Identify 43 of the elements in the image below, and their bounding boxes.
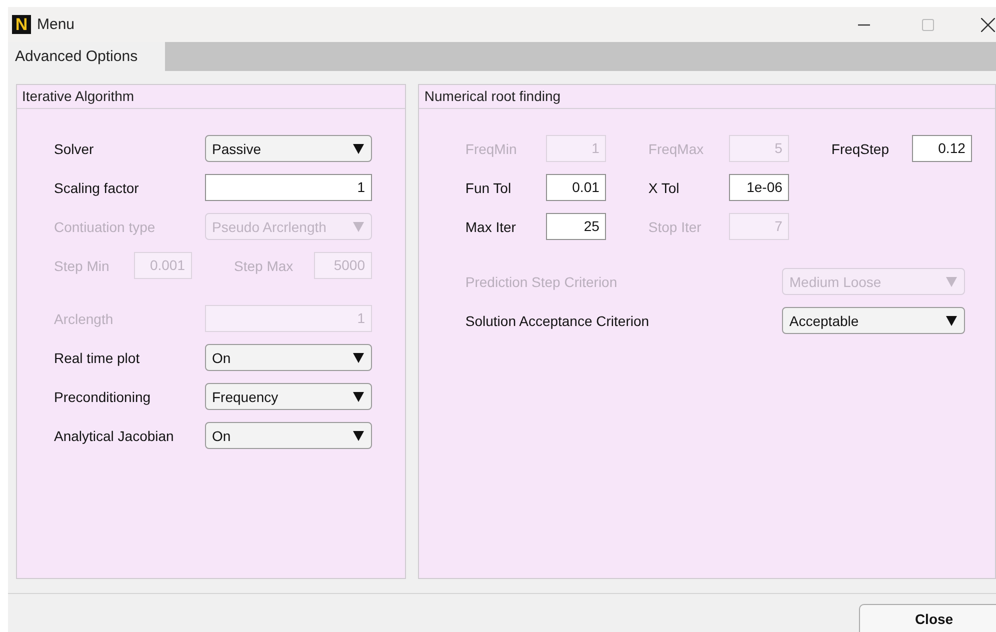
input-field[interactable]: 1e-06 bbox=[729, 174, 790, 201]
field-label: Contiuation type bbox=[54, 218, 156, 234]
dropdown[interactable]: On bbox=[205, 422, 372, 449]
caret-icon bbox=[353, 352, 364, 362]
caret-icon bbox=[353, 430, 364, 440]
input-field[interactable]: 0.01 bbox=[546, 174, 606, 201]
field-label: Arclength bbox=[54, 310, 114, 326]
dropdown[interactable]: Acceptable bbox=[782, 307, 966, 334]
field-label: Real time plot bbox=[54, 350, 140, 366]
panel-header: Iterative Algorithm bbox=[17, 85, 406, 109]
field-label: Fun Tol bbox=[465, 180, 512, 196]
field-label: Prediction Step Criterion bbox=[465, 274, 618, 290]
input-field[interactable]: 25 bbox=[546, 213, 606, 240]
caret-icon bbox=[946, 276, 958, 286]
caret-icon bbox=[353, 392, 364, 402]
close-dialog-button[interactable]: Close bbox=[859, 604, 996, 632]
close-icon bbox=[981, 18, 995, 32]
app-logo: N bbox=[12, 15, 31, 34]
tab[interactable]: Advanced Options bbox=[8, 42, 165, 71]
field-label: Analytical Jacobian bbox=[54, 428, 174, 444]
dropdown[interactable]: Frequency bbox=[205, 383, 372, 410]
panel-header: Numerical root finding bbox=[419, 85, 995, 109]
field-label: FreqMin bbox=[465, 140, 518, 156]
field-label: Step Max bbox=[234, 258, 294, 274]
field-label: FreqMax bbox=[648, 140, 705, 156]
caret-icon bbox=[353, 144, 364, 154]
caret-icon bbox=[946, 316, 958, 326]
field-label: X Tol bbox=[648, 180, 680, 196]
input-field[interactable]: 0.12 bbox=[912, 135, 972, 162]
field-label: Scaling factor bbox=[54, 180, 139, 196]
dropdown[interactable]: On bbox=[205, 344, 372, 371]
dropdown[interactable]: Passive bbox=[205, 135, 372, 162]
field-label: Max Iter bbox=[465, 218, 517, 234]
field-label: Solution Acceptance Criterion bbox=[465, 312, 650, 328]
field-label: Step Min bbox=[54, 258, 110, 274]
field-label: Solver bbox=[54, 140, 94, 156]
input-field[interactable]: 1 bbox=[205, 174, 372, 201]
field-label: Stop Iter bbox=[648, 218, 702, 234]
maximize-icon bbox=[922, 18, 934, 30]
caret-icon bbox=[353, 222, 364, 232]
field-label: Preconditioning bbox=[54, 388, 151, 404]
field-label: FreqStep bbox=[831, 140, 890, 156]
window-title: Menu bbox=[37, 16, 75, 33]
